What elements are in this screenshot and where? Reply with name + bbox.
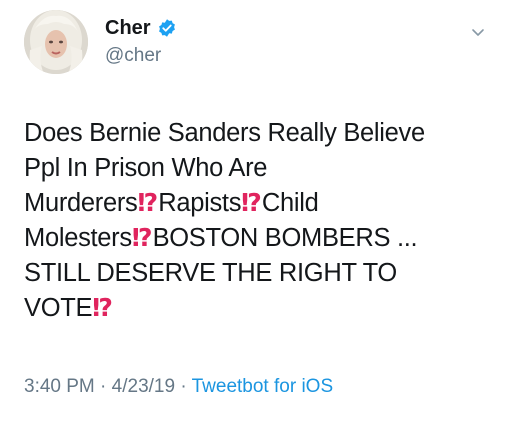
handle[interactable]: @cher [105,44,177,68]
tweet-text-line: Ppl In Prison Who Are [24,151,484,186]
tweet-text-segment: BOSTON BOMBERS ... [152,224,418,252]
interrobang-icon: ⁉ [92,294,113,322]
tweet-text-segment: Does Bernie Sanders Really Believe [24,119,425,147]
tweet-text-segment: Murderers [24,189,138,217]
tweet-text-segment: Molesters [24,224,132,252]
chevron-down-icon[interactable] [470,24,486,40]
tweet-text-line: Murderers⁉Rapists⁉Child [24,186,484,221]
tweet-text-line: Molesters⁉BOSTON BOMBERS ... [24,221,484,256]
tweet-date[interactable]: 4/23/19 [112,376,175,397]
tweet-text: Does Bernie Sanders Really Believe Ppl In… [24,116,484,326]
name-row: Cher [105,16,177,40]
interrobang-icon: ⁉ [137,189,159,217]
author-header: Cher @cher [105,16,177,68]
meta-separator: · [100,376,107,397]
tweet-text-segment: Child [261,189,319,217]
meta-separator: · [180,376,187,397]
tweet-text-segment: STILL DESERVE THE RIGHT TO [24,259,397,287]
avatar[interactable] [24,10,88,74]
display-name[interactable]: Cher [105,16,151,40]
tweet-text-segment: Ppl In Prison Who Are [24,154,268,182]
interrobang-icon: ⁉ [241,189,262,217]
interrobang-icon: ⁉ [131,224,153,252]
tweet-text-segment: Rapists [158,189,242,217]
verified-badge-icon [157,18,177,38]
tweet-time[interactable]: 3:40 PM [24,376,95,397]
tweet-text-line: VOTE⁉ [24,291,484,326]
tweet-text-line: Does Bernie Sanders Really Believe [24,116,484,151]
tweet-text-segment: VOTE [24,294,93,322]
tweet-card: Cher @cher Does Bernie Sanders Really Be… [0,0,512,421]
tweet-meta: 3:40 PM · 4/23/19 · Tweetbot for iOS [24,375,333,399]
tweet-source-link[interactable]: Tweetbot for iOS [192,376,334,397]
tweet-text-line: STILL DESERVE THE RIGHT TO [24,256,484,291]
